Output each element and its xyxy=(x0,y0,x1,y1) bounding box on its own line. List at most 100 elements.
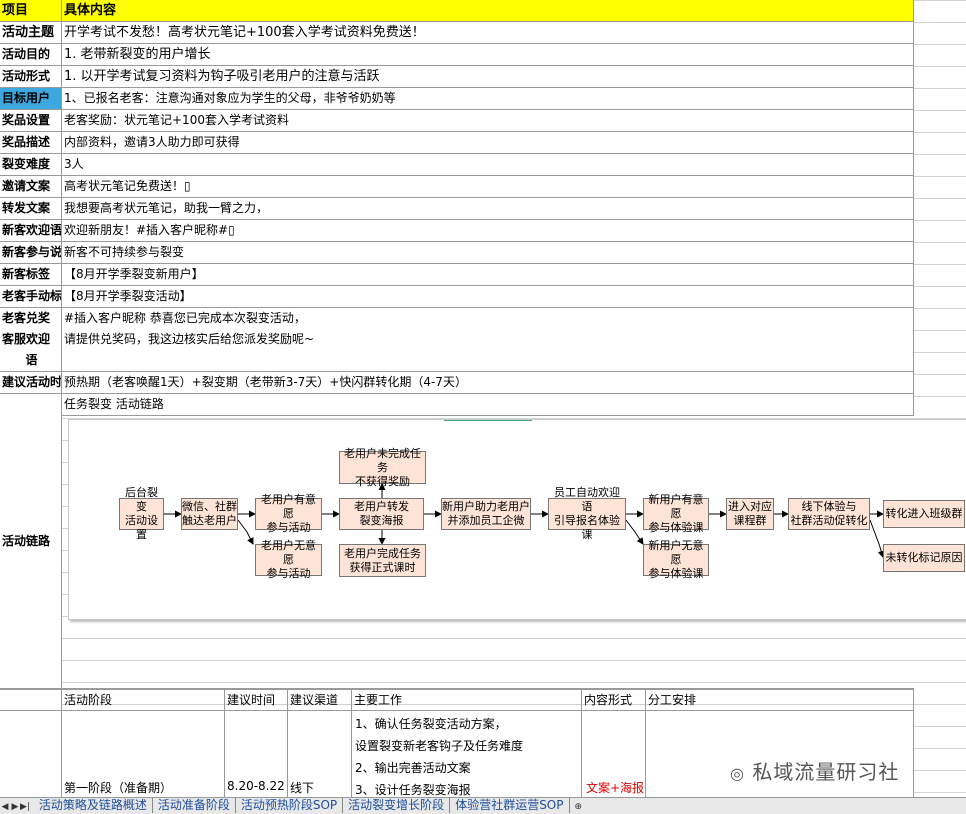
sheet-tab[interactable]: 体验营社群运营SOP xyxy=(450,798,570,813)
flow-box-auto-welcome[interactable]: 员工自动欢迎语 引导报名体验课 xyxy=(548,486,626,541)
row-value[interactable]: 1. 以开学考试复习资料为钩子吸引老用户的注意与活跃 xyxy=(62,66,914,87)
chain-title[interactable]: 任务裂变 活动链路 xyxy=(62,394,914,416)
wechat-icon: ◎ xyxy=(730,764,745,783)
content-row[interactable]: 转发文案 我想要高考状元笔记，助我一臂之力， xyxy=(0,198,914,220)
row-label[interactable]: 活动主题 xyxy=(0,22,62,43)
subtable-channel[interactable]: 线下 xyxy=(290,779,314,796)
subtable-h-assign[interactable]: 分工安排 xyxy=(646,690,914,712)
subtable-header-row[interactable]: 活动阶段 建议时间 建议渠道 主要工作 内容形式 分工安排 xyxy=(0,689,914,712)
row-value[interactable]: 1. 老带新裂变的用户增长 xyxy=(62,44,914,65)
content-row[interactable]: 新客欢迎语 欢迎新朋友！#插入客户昵称#▯ xyxy=(0,220,914,242)
row-label[interactable]: 活动形式 xyxy=(0,66,62,87)
flow-box-backend-setup[interactable]: 后台裂变 活动设置 xyxy=(119,486,164,541)
redeem-line1: #插入客户昵称 恭喜您已完成本次裂变活动， xyxy=(64,311,306,325)
flow-box-task-incomplete[interactable]: 老用户未完成任务 不获得奖励 xyxy=(339,447,426,488)
row-value[interactable]: 1、已报名老客：注意沟通对象应为学生的父母，非爷爷奶奶等 xyxy=(62,88,914,109)
row-label[interactable]: 奖品设置 xyxy=(0,110,62,131)
redeem-label-line2: 客服欢迎 xyxy=(2,332,51,346)
watermark-text: 私域流量研习社 xyxy=(752,760,900,784)
sheet-tab[interactable]: 活动裂变增长阶段 xyxy=(343,798,451,813)
subtable-corner[interactable] xyxy=(0,690,62,710)
flowchart[interactable]: 后台裂变 活动设置 微信、社群 触达老用户 老用户有意愿 参与活动 老用户无意愿… xyxy=(68,419,966,620)
header-col-b[interactable]: 具体内容 xyxy=(62,0,914,21)
flow-box-task-complete[interactable]: 老用户完成任务 获得正式课时 xyxy=(339,544,426,577)
tab-next-icon[interactable]: ▶ xyxy=(10,800,20,814)
content-row[interactable]: 新客参与说明新客不可持续参与裂变 xyxy=(0,242,914,264)
redeem-line2: 请提供兑奖码，我这边核实后给您派发奖励呢~ xyxy=(64,332,315,346)
flow-box-new-user-assist[interactable]: 新用户助力老用户 并添加员工企微 xyxy=(441,498,531,530)
content-row[interactable]: 老客手动标签【8月开学季裂变活动】 xyxy=(0,286,914,308)
subtable-stage[interactable]: 第一阶段（准备期） xyxy=(64,779,172,796)
flow-box-share-poster[interactable]: 老用户转发 裂变海报 xyxy=(339,498,424,530)
flow-box-reach-old-users[interactable]: 微信、社群 触达老用户 xyxy=(181,498,238,530)
suggest-label[interactable]: 建议活动时长 xyxy=(0,372,62,393)
row-value[interactable]: 开学考试不发愁！高考状元笔记+100套入学考试资料免费送！ xyxy=(62,22,914,43)
row-value[interactable]: 【8月开学季裂变活动】 xyxy=(62,286,914,307)
content-row[interactable]: 奖品设置 老客奖励：状元笔记+100套入学考试资料 xyxy=(0,110,914,132)
row-value[interactable]: 我想要高考状元笔记，助我一臂之力， xyxy=(62,198,914,219)
content-row[interactable]: 活动主题 开学考试不发愁！高考状元笔记+100套入学考试资料免费送！ xyxy=(0,22,914,44)
sheet-tab[interactable]: 活动策略及链路概述 xyxy=(34,798,153,813)
row-value[interactable]: 新客不可持续参与裂变 xyxy=(62,242,914,263)
work-line-3: 2、输出完善活动文案 xyxy=(355,761,471,775)
row-value[interactable]: 【8月开学季裂变新用户】 xyxy=(62,264,914,285)
row-label[interactable]: 老客手动标签 xyxy=(0,286,62,307)
sheet-tab[interactable]: 活动预热阶段SOP xyxy=(236,798,344,813)
flow-box-new-unwilling[interactable]: 新用户无意愿 参与体验课 xyxy=(643,539,709,580)
subtable-h-stage[interactable]: 活动阶段 xyxy=(62,690,225,712)
work-line-2: 设置裂变新老客钩子及任务难度 xyxy=(355,739,524,753)
sheet-tab[interactable]: 活动准备阶段 xyxy=(153,798,236,813)
redeem-label-line3: 语 xyxy=(25,353,38,367)
content-row[interactable]: 裂变难度 3人 xyxy=(0,154,914,176)
subtable-h-channel[interactable]: 建议渠道 xyxy=(288,690,352,712)
content-row[interactable]: 活动目的 1. 老带新裂变的用户增长 xyxy=(0,44,914,66)
content-row[interactable]: 邀请文案 高考状元笔记免费送！▯ xyxy=(0,176,914,198)
flow-box-old-willing[interactable]: 老用户有意愿 参与活动 xyxy=(255,493,322,534)
redeem-label-line1: 老客兑奖 xyxy=(2,311,51,325)
add-sheet-icon[interactable]: ⊕ xyxy=(573,800,583,814)
redeem-row[interactable]: 老客兑奖 客服欢迎 语 #插入客户昵称 恭喜您已完成本次裂变活动， 请提供兑奖码… xyxy=(0,308,914,372)
subtable-content-form[interactable]: 文案+海报 xyxy=(586,779,644,796)
row-label[interactable]: 新客欢迎语 xyxy=(0,220,62,241)
flow-box-new-willing[interactable]: 新用户有意愿 参与体验课 xyxy=(643,493,709,534)
row-value[interactable]: 老客奖励：状元笔记+100套入学考试资料 xyxy=(62,110,914,131)
subtable-h-time[interactable]: 建议时间 xyxy=(225,690,288,712)
row-label[interactable]: 目标用户 xyxy=(0,88,62,109)
content-row[interactable]: 奖品描述 内部资料，邀请3人助力即可获得 xyxy=(0,132,914,154)
subtable-work[interactable]: 1、确认任务裂变活动方案， 设置裂变新老客钩子及任务难度 2、输出完善活动文案 … xyxy=(355,713,523,801)
row-label[interactable]: 新客标签 xyxy=(0,264,62,285)
row-label[interactable]: 裂变难度 xyxy=(0,154,62,175)
subtable-h-work[interactable]: 主要工作 xyxy=(352,690,582,712)
subtable-h-form[interactable]: 内容形式 xyxy=(582,690,646,712)
tab-last-icon[interactable]: ▶| xyxy=(20,800,30,814)
chain-label[interactable]: 活动链路 xyxy=(0,394,62,688)
subtable-time[interactable]: 8.20-8.22 xyxy=(227,779,285,793)
header-col-a[interactable]: 项目 xyxy=(0,0,62,21)
row-value[interactable]: 欢迎新朋友！#插入客户昵称#▯ xyxy=(62,220,914,241)
row-label[interactable]: 奖品描述 xyxy=(0,132,62,153)
flow-box-convert-class[interactable]: 转化进入班级群 xyxy=(883,500,965,528)
flow-box-old-unwilling[interactable]: 老用户无意愿 参与活动 xyxy=(255,539,322,580)
content-row[interactable]: 新客标签 【8月开学季裂变新用户】 xyxy=(0,264,914,286)
row-label[interactable]: 新客参与说明 xyxy=(0,242,62,263)
suggest-row[interactable]: 建议活动时长 预热期（老客唤醒1天）+裂变期（老带新3-7天）+快闪群转化期（4… xyxy=(0,372,914,394)
sheet-tab-bar[interactable]: ◀ ▶ ▶| 活动策略及链路概述 活动准备阶段 活动预热阶段SOP 活动裂变增长阶段 体验营… xyxy=(0,797,966,814)
flow-box-offline-experience[interactable]: 线下体验与 社群活动促转化 xyxy=(788,498,870,530)
row-value[interactable]: 高考状元笔记免费送！▯ xyxy=(62,176,914,197)
suggest-value[interactable]: 预热期（老客唤醒1天）+裂变期（老带新3-7天）+快闪群转化期（4-7天） xyxy=(62,372,914,393)
flow-box-course-group[interactable]: 进入对应 课程群 xyxy=(726,498,774,530)
row-label[interactable]: 邀请文案 xyxy=(0,176,62,197)
header-row[interactable]: 项目 具体内容 xyxy=(0,0,914,22)
work-line-1: 1、确认任务裂变活动方案， xyxy=(355,717,507,731)
row-label[interactable]: 活动目的 xyxy=(0,44,62,65)
tab-prev-icon[interactable]: ◀ xyxy=(0,800,10,814)
row-value[interactable]: 3人 xyxy=(62,154,914,175)
row-value[interactable]: 内部资料，邀请3人助力即可获得 xyxy=(62,132,914,153)
row-label[interactable]: 转发文案 xyxy=(0,198,62,219)
flow-box-mark-reason[interactable]: 未转化标记原因 xyxy=(883,544,965,572)
content-row[interactable]: 目标用户 1、已报名老客：注意沟通对象应为学生的父母，非爷爷奶奶等 xyxy=(0,88,914,110)
watermark: ◎ 私域流量研习社 xyxy=(730,756,899,785)
redeem-value[interactable]: #插入客户昵称 恭喜您已完成本次裂变活动， 请提供兑奖码，我这边核实后给您派发奖… xyxy=(62,308,914,371)
content-row[interactable]: 活动形式 1. 以开学考试复习资料为钩子吸引老用户的注意与活跃 xyxy=(0,66,914,88)
redeem-label[interactable]: 老客兑奖 客服欢迎 语 xyxy=(0,308,62,371)
